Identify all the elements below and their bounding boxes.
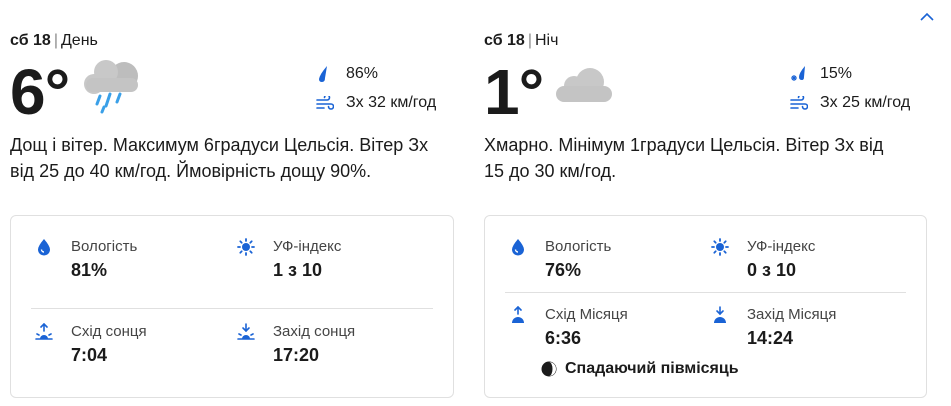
day-forecast-panel: сб 18 | День 6° 86% Зх 32 км/год Дощ і віт… (10, 0, 466, 406)
humidity-value: 81% (71, 260, 108, 280)
header-separator: | (53, 32, 58, 49)
cloud-icon (556, 68, 612, 102)
header-separator: | (527, 32, 532, 49)
night-forecast-panel: сб 18 | Ніч 1° 15% Зх 25 км/год Хмарно. Мі… (484, 0, 940, 406)
humidity-label: Вологість (545, 238, 612, 255)
uv-label: УФ-індекс (273, 238, 342, 255)
uv-value: 0 з 10 (747, 260, 796, 280)
uv-sun-icon (711, 238, 729, 256)
humidity-value: 76% (545, 260, 582, 280)
night-period: Ніч (534, 32, 559, 49)
night-date: сб 18 (484, 32, 525, 49)
night-precipitation: 15% (790, 65, 852, 83)
raindrop-icon (319, 66, 327, 82)
day-date: сб 18 (10, 32, 51, 49)
sunset-value: 17:20 (273, 345, 320, 365)
humidity-drop-icon (38, 239, 50, 256)
details-divider (505, 292, 906, 293)
sunrise-label: Схід сонця (71, 323, 147, 340)
humidity-drop-icon (512, 239, 524, 256)
moonrise-icon (512, 306, 524, 323)
day-precip-value: 86% (346, 65, 379, 82)
day-description: Дощ і вітер. Максимум 6градуси Цельсія. … (10, 135, 429, 181)
sunset-label: Захід сонця (273, 323, 356, 340)
sunrise-icon (35, 323, 53, 340)
night-description: Хмарно. Мінімум 1градуси Цельсія. Вітер … (484, 135, 884, 181)
sunset-icon (237, 323, 255, 340)
night-temperature: 1° (484, 56, 544, 128)
day-header: сб 18 | День (10, 32, 98, 50)
day-wind: Зх 32 км/год (316, 94, 436, 112)
moonset-label: Захід Місяця (747, 306, 837, 323)
wind-icon (316, 96, 334, 110)
day-temperature: 6° (10, 56, 70, 128)
uv-label: УФ-індекс (747, 238, 816, 255)
day-period: День (60, 32, 98, 49)
night-header: сб 18 | Ніч (484, 32, 558, 50)
moonrise-value: 6:36 (545, 328, 582, 348)
night-wind-value: Зх 25 км/год (820, 94, 911, 111)
wind-icon (790, 96, 808, 110)
day-wind-value: Зх 32 км/год (346, 94, 437, 111)
humidity-label: Вологість (71, 238, 138, 255)
night-wind: Зх 25 км/год (790, 94, 910, 112)
uv-sun-icon (237, 238, 255, 256)
day-precipitation: 86% (316, 65, 378, 83)
moon-phase: Спадаючий півмісяць (541, 360, 739, 378)
rain-cloud-icon (84, 60, 138, 114)
moonset-icon (714, 306, 726, 323)
sunrise-value: 7:04 (71, 345, 108, 365)
moon-phase-icon (541, 361, 557, 377)
moonset-value: 14:24 (747, 328, 794, 348)
day-details-card: Вологість 81% УФ-індекс 1 з 10 Схід сонц… (10, 215, 454, 398)
details-divider (31, 308, 433, 309)
night-precip-value: 15% (820, 65, 853, 82)
moon-phase-label: Спадаючий півмісяць (565, 360, 739, 377)
night-details-card: Вологість 76% УФ-індекс 0 з 10 Схід Міся… (484, 215, 927, 398)
moonrise-label: Схід Місяця (545, 306, 628, 323)
uv-value: 1 з 10 (273, 260, 322, 280)
snow-rain-icon (791, 66, 805, 81)
